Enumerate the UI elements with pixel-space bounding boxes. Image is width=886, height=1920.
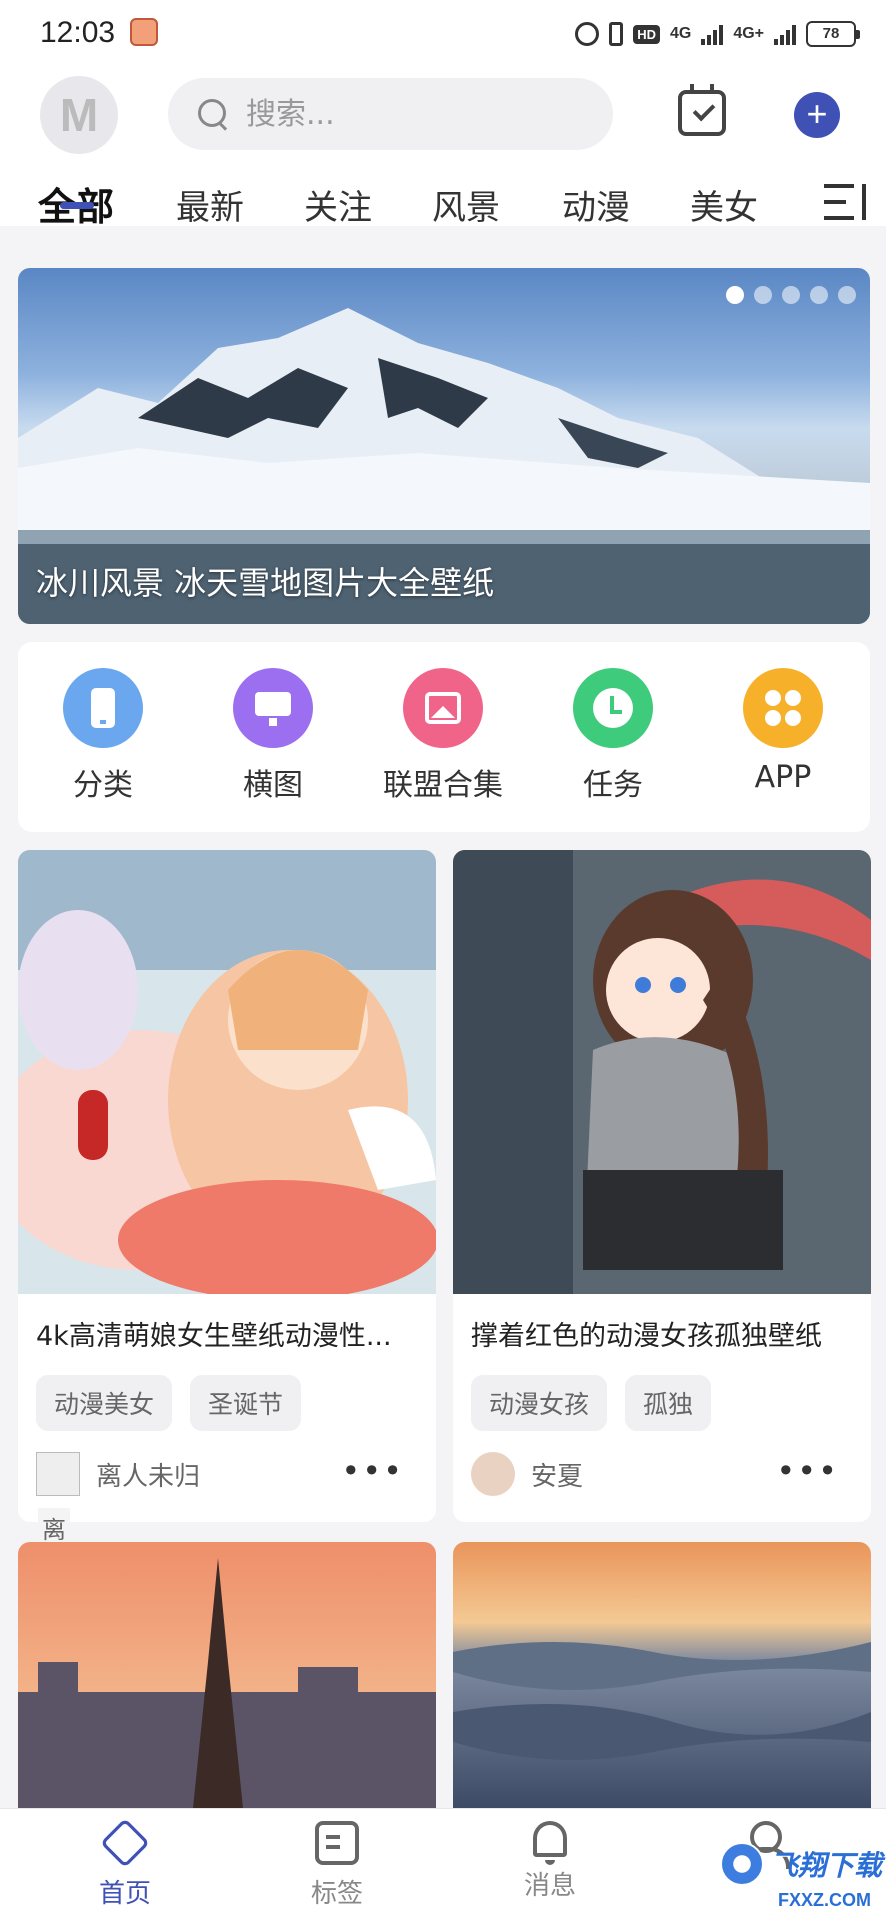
network-label-1: 4G xyxy=(669,25,692,42)
wallpaper-card[interactable]: 撑着红色的动漫女孩孤独壁纸 动漫女孩 孤独 安夏 ••• xyxy=(453,850,871,1522)
active-tab-indicator xyxy=(60,202,94,209)
grid-icon xyxy=(743,668,823,748)
nav-tags[interactable]: 标签 xyxy=(277,1821,397,1910)
hd-badge: HD xyxy=(633,24,660,44)
quick-item-label: 分类 xyxy=(73,768,133,803)
quick-item-label: APP xyxy=(754,760,812,795)
card-thumbnail[interactable] xyxy=(453,850,871,1294)
wallpaper-card[interactable]: 4k高清萌娘女生壁纸动漫性... 动漫美女 圣诞节 离人未归 ••• xyxy=(18,850,436,1522)
card-thumbnail[interactable] xyxy=(18,850,436,1300)
card-title: 撑着红色的动漫女孩孤独壁纸 xyxy=(471,1321,822,1352)
avatar[interactable] xyxy=(36,1452,80,1496)
quick-item-label: 任务 xyxy=(583,768,643,803)
network-label-2: 4G+ xyxy=(733,25,764,42)
signal-icon xyxy=(701,23,724,45)
alarm-icon xyxy=(575,22,600,46)
site-watermark: 飞翔下载 xyxy=(720,1842,882,1886)
nav-label: 首页 xyxy=(98,1879,151,1909)
avatar[interactable] xyxy=(471,1452,515,1496)
battery-icon: 78 xyxy=(806,21,860,47)
tab-following[interactable]: 关注 xyxy=(304,180,372,229)
carousel-dot[interactable] xyxy=(726,286,744,304)
nav-label: 消息 xyxy=(523,1871,576,1901)
wallpaper-card[interactable] xyxy=(18,1542,436,1808)
quick-item-label: 横图 xyxy=(243,768,303,803)
tab-latest[interactable]: 最新 xyxy=(176,180,244,229)
search-icon xyxy=(198,99,228,129)
quick-item-tasks[interactable]: 任务 xyxy=(548,668,678,804)
wallpaper-card[interactable] xyxy=(453,1542,871,1808)
image-icon xyxy=(403,668,483,748)
nav-label: 标签 xyxy=(310,1879,363,1909)
quick-item-landscape[interactable]: 横图 xyxy=(208,668,338,804)
checkin-calendar-icon[interactable] xyxy=(678,84,726,136)
card-tags: 动漫女孩 孤独 xyxy=(471,1375,853,1431)
status-icons: HD 4G 4G+ 78 xyxy=(575,18,860,50)
card-username[interactable]: 离人未归 xyxy=(96,1456,200,1493)
carousel-dots xyxy=(726,286,856,304)
add-button[interactable]: + xyxy=(794,92,840,138)
signal-icon-2 xyxy=(774,23,796,45)
card-tags: 动漫美女 圣诞节 xyxy=(36,1375,418,1431)
vibrate-icon xyxy=(609,22,624,46)
nav-home[interactable]: 首页 xyxy=(65,1818,185,1910)
banner-carousel[interactable]: 冰川风景 冰天雪地图片大全壁纸 xyxy=(18,268,870,624)
banner-title: 冰川风景 冰天雪地图片大全壁纸 xyxy=(36,564,495,602)
quick-menu: 分类 横图 联盟合集 任务 APP xyxy=(18,642,870,832)
card-footer: 离人未归 ••• xyxy=(36,1449,418,1499)
watermark-logo-icon xyxy=(720,1842,764,1886)
tag-chip[interactable]: 动漫女孩 xyxy=(471,1375,608,1431)
phone-icon xyxy=(63,668,143,748)
tag-chip[interactable]: 孤独 xyxy=(625,1375,712,1431)
watermark-domain: FXXZ.COM xyxy=(778,1890,871,1910)
monitor-icon xyxy=(233,668,313,748)
carousel-dot[interactable] xyxy=(782,286,800,304)
category-tabs: 全部 最新 关注 风景 动漫 美女 xyxy=(0,176,886,229)
tag-chip[interactable]: 动漫美女 xyxy=(36,1375,173,1431)
clock-icon xyxy=(573,668,653,748)
card-thumbnail[interactable] xyxy=(18,1542,436,1808)
tab-anime[interactable]: 动漫 xyxy=(562,180,630,229)
tag-icon xyxy=(315,1821,359,1865)
carousel-dot[interactable] xyxy=(810,286,828,304)
home-icon xyxy=(100,1818,150,1868)
carousel-dot[interactable] xyxy=(754,286,772,304)
nav-messages[interactable]: 消息 xyxy=(490,1821,610,1902)
tag-chip[interactable]: 圣诞节 xyxy=(190,1375,302,1431)
tab-beauty[interactable]: 美女 xyxy=(690,180,758,229)
carousel-dot[interactable] xyxy=(838,286,856,304)
status-time: 12:03 xyxy=(40,16,116,49)
more-options-icon[interactable]: ••• xyxy=(776,1455,839,1487)
status-bar: 12:03 HD 4G 4G+ 78 xyxy=(0,0,886,66)
notification-app-icon xyxy=(130,18,158,46)
quick-item-category[interactable]: 分类 xyxy=(38,668,168,804)
quick-item-app[interactable]: APP xyxy=(718,668,848,795)
more-options-icon[interactable]: ••• xyxy=(341,1455,404,1487)
app-logo[interactable]: M xyxy=(40,76,118,154)
card-title: 4k高清萌娘女生壁纸动漫性... xyxy=(36,1321,392,1352)
card-footer: 安夏 ••• xyxy=(471,1449,853,1499)
bell-icon xyxy=(533,1821,567,1865)
tab-scenery[interactable]: 风景 xyxy=(432,180,500,229)
quick-item-label: 联盟合集 xyxy=(383,768,503,803)
tab-menu-icon[interactable] xyxy=(824,184,866,220)
watermark-text: 飞翔下载 xyxy=(770,1849,883,1882)
quick-item-collection[interactable]: 联盟合集 xyxy=(378,668,508,804)
card-username[interactable]: 安夏 xyxy=(531,1456,583,1493)
search-input[interactable] xyxy=(246,96,576,132)
search-bar[interactable] xyxy=(168,78,613,150)
app-header: M + 全部 最新 关注 风景 动漫 美女 xyxy=(0,66,886,229)
card-thumbnail[interactable] xyxy=(453,1542,871,1808)
